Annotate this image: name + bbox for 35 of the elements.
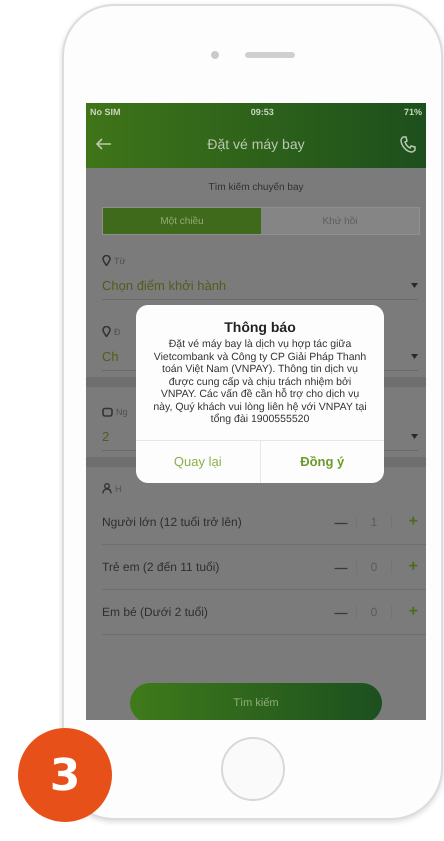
search-button[interactable]: Tìm kiếm (130, 683, 382, 720)
pin-icon (102, 255, 111, 266)
back-arrow-icon[interactable] (96, 138, 112, 150)
minus-control[interactable]: — (326, 604, 356, 620)
select-value[interactable]: Chọn điểm khởi hành (102, 278, 226, 293)
minus-control[interactable]: — (326, 514, 356, 530)
dialog-message: Đặt vé máy bay là dịch vụ hợp tác giữa Vietcombank và Công ty CP Giải Pháp Thanh toán Việt Nam (VNPAY). Thông tin dịch vụ được cung cấp và chịu trách nhiệm bởi VNPAY. Các vấn đề cần hỗ trợ cho dịch vụ này, Quý khách vui lòng liên hệ với VNPAY tại tổng đài 1900555520 (152, 337, 368, 427)
dropdown-caret-icon (411, 434, 418, 439)
dialog-title: Thông báo (223, 318, 297, 335)
trip-type-tab[interactable]: Một chiều (103, 208, 261, 234)
battery-percent: 71% (404, 106, 422, 116)
select-value[interactable]: Ch (102, 349, 119, 364)
dropdown-caret-icon (411, 283, 418, 288)
dialog-button[interactable]: Quay lại (136, 440, 260, 482)
plus-button[interactable]: + (392, 603, 418, 621)
passenger-type: Người lớn (12 tuổi trở lên) (102, 515, 243, 529)
camera-dot (210, 50, 218, 58)
pin-icon (102, 326, 111, 337)
speaker-grille (244, 52, 294, 58)
plus-button[interactable]: + (392, 558, 418, 576)
clock-time: 09:53 (250, 106, 274, 116)
passenger-type: Em bé (Dưới 2 tuổi) (102, 605, 209, 619)
select-value[interactable]: 2 (102, 429, 110, 444)
plus-button[interactable]: + (392, 513, 418, 531)
person-icon (102, 483, 112, 494)
dropdown-caret-icon (411, 354, 418, 359)
carrier-label: No SIM (90, 106, 120, 116)
calendar-icon (102, 407, 113, 417)
step-number-badge: 3 (18, 728, 112, 822)
dialog-button[interactable]: Đồng ý (260, 440, 384, 482)
phone-icon[interactable] (400, 135, 416, 153)
section-title: Tìm kiếm chuyến bay (207, 181, 305, 195)
minus-control[interactable]: — (326, 560, 356, 574)
screen-title: Đặt vé máy bay (207, 136, 305, 152)
passenger-type: Trẻ em (2 đến 11 tuổi) (102, 560, 220, 574)
